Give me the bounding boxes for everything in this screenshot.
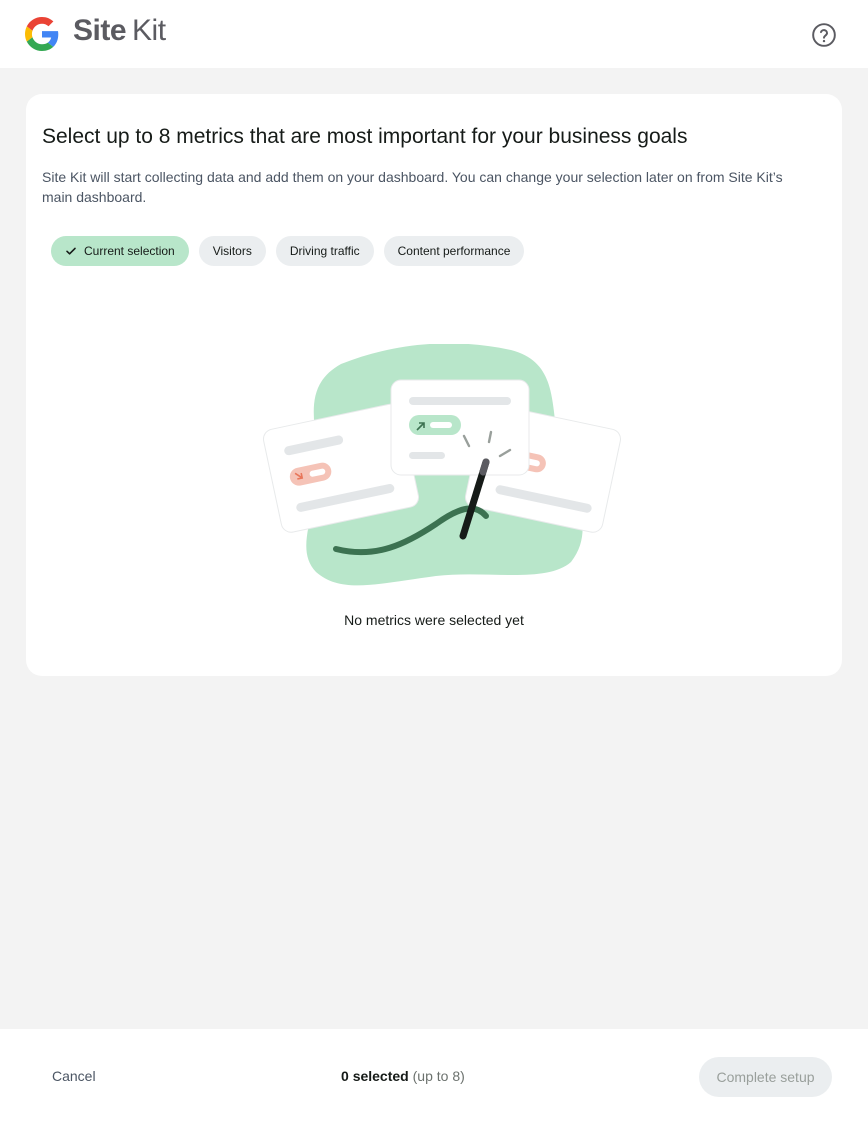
brand-kit-text: Kit bbox=[132, 14, 166, 47]
chip-label: Driving traffic bbox=[289, 244, 360, 258]
chip-label: Visitors bbox=[212, 244, 252, 258]
chip-label: Content performance bbox=[397, 244, 511, 258]
page-description: Site Kit will start collecting data and … bbox=[42, 169, 783, 205]
empty-state-illustration bbox=[262, 344, 622, 586]
selection-counter: 0 selected (up to 8) bbox=[341, 1068, 465, 1084]
selected-count: 0 bbox=[341, 1068, 349, 1084]
google-g-icon bbox=[25, 17, 59, 51]
chip-visitors[interactable]: Visitors bbox=[198, 236, 266, 266]
chip-driving-traffic[interactable]: Driving traffic bbox=[275, 236, 374, 266]
footer-bar: Cancel 0 selected (up to 8) Complete set… bbox=[0, 1029, 868, 1124]
cancel-button[interactable]: Cancel bbox=[52, 1068, 96, 1084]
metric-filter-chips: Current selection Visitors Driving traff… bbox=[51, 236, 525, 266]
empty-state-message: No metrics were selected yet bbox=[344, 612, 524, 628]
chip-current-selection[interactable]: Current selection bbox=[51, 236, 189, 266]
check-icon bbox=[66, 247, 76, 255]
selection-limit: (up to 8) bbox=[412, 1068, 465, 1084]
brand-title: Site Kit bbox=[73, 14, 166, 48]
chip-content-performance[interactable]: Content performance bbox=[383, 236, 525, 266]
help-circle-icon[interactable] bbox=[811, 22, 837, 48]
page-title: Select up to 8 metrics that are most imp… bbox=[42, 125, 688, 148]
metric-selection-card: Select up to 8 metrics that are most imp… bbox=[26, 94, 842, 676]
brand-site-text: Site bbox=[73, 14, 127, 47]
selected-label: selected bbox=[352, 1068, 409, 1084]
complete-setup-button[interactable]: Complete setup bbox=[699, 1057, 832, 1097]
chip-label: Current selection bbox=[84, 244, 175, 258]
app-header: Site Kit bbox=[0, 0, 868, 68]
